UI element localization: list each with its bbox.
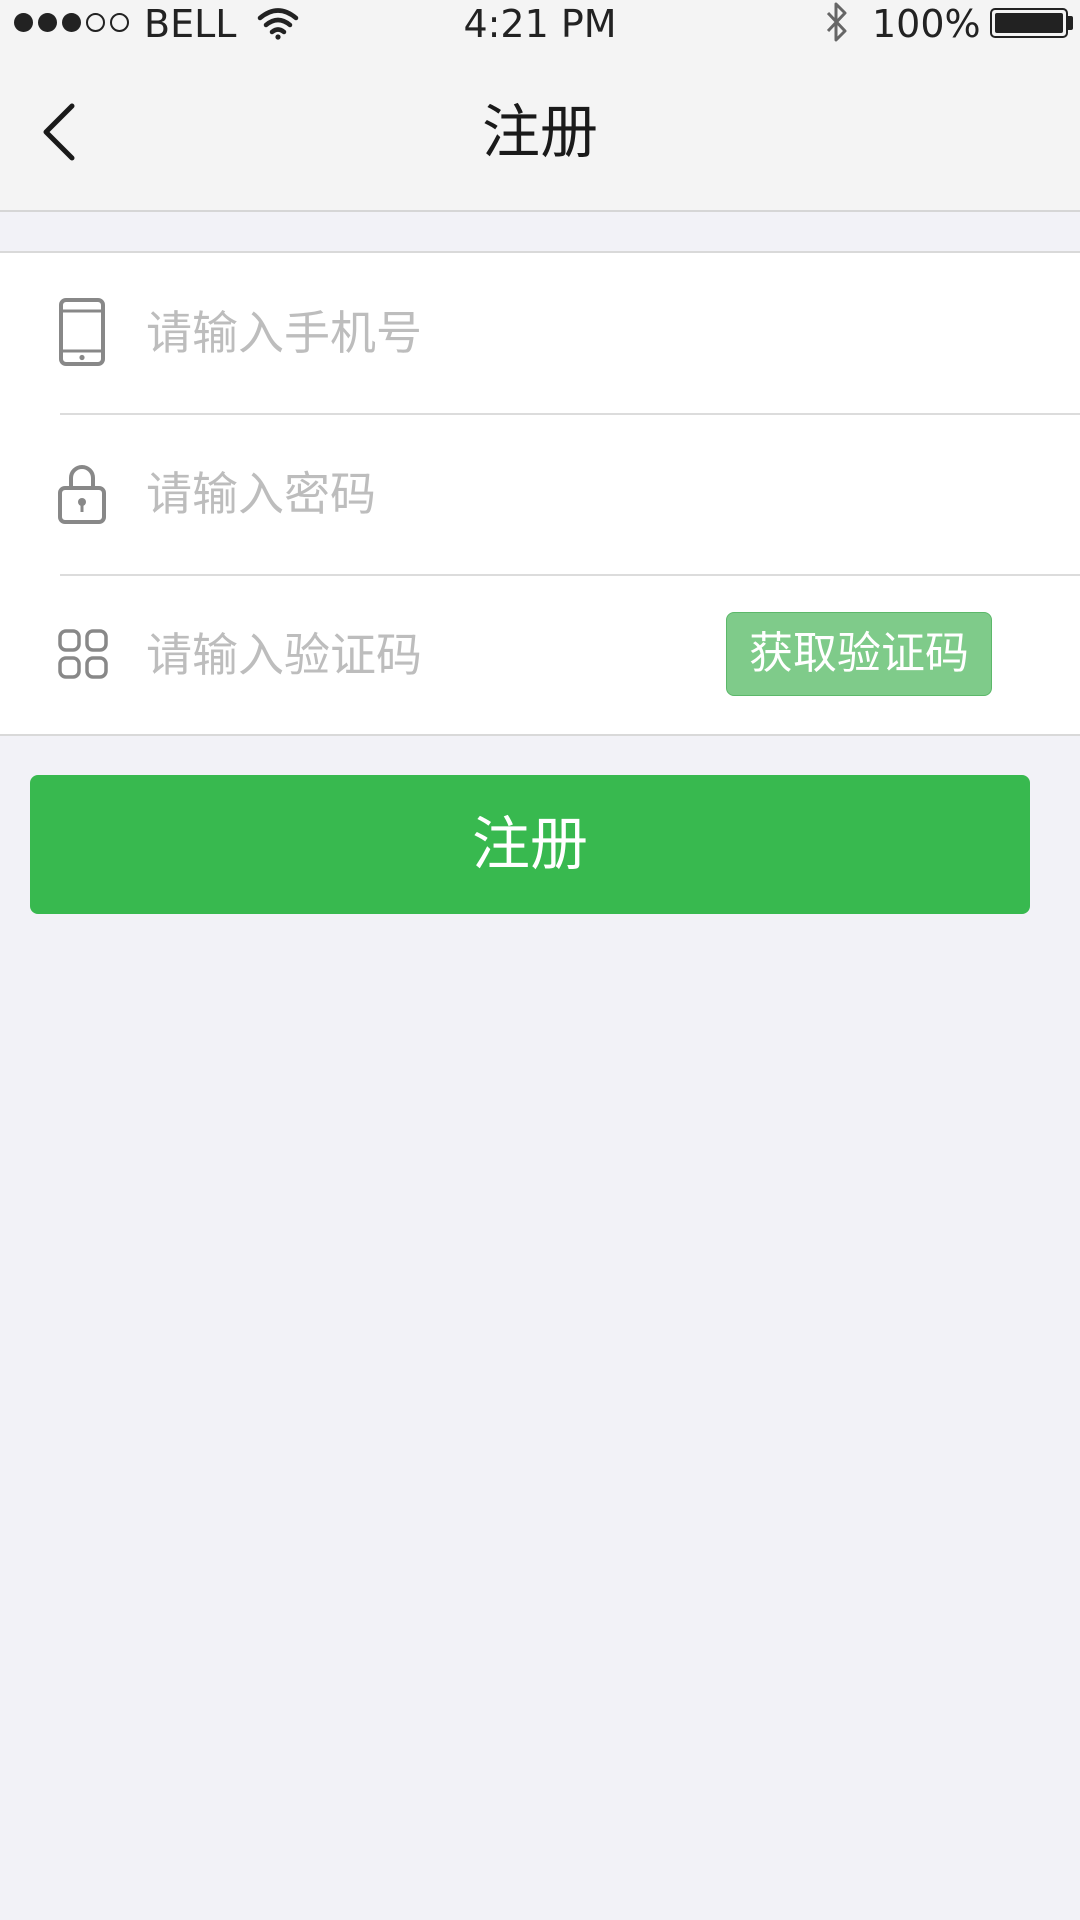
- battery-level: [995, 13, 1063, 33]
- page-title: 注册: [481, 98, 598, 166]
- phone-row: [0, 253, 1080, 413]
- phone-input[interactable]: [146, 298, 706, 368]
- register-form: 获取验证码: [0, 251, 1080, 736]
- register-button[interactable]: 注册: [30, 775, 1030, 914]
- battery-icon: [990, 8, 1068, 38]
- verification-code-row: 获取验证码: [0, 575, 1080, 735]
- navigation-bar: 注册: [0, 50, 1080, 212]
- register-screen: BELL 4:21 PM 100% 注册 请输入手机号 请输入验证码 获取验证码…: [0, 0, 1080, 1920]
- battery-tip: [1068, 16, 1073, 30]
- battery-percentage: 100%: [872, 2, 981, 46]
- bluetooth-icon: [826, 2, 847, 42]
- password-input[interactable]: [146, 459, 706, 529]
- verification-code-input[interactable]: [146, 620, 686, 690]
- password-row: [0, 414, 1080, 574]
- status-bar: BELL 4:21 PM 100%: [0, 0, 1080, 50]
- get-code-button[interactable]: 获取验证码: [726, 612, 992, 696]
- lock-icon: [58, 465, 106, 524]
- grid-icon: [58, 629, 108, 679]
- phone-icon: [59, 298, 105, 366]
